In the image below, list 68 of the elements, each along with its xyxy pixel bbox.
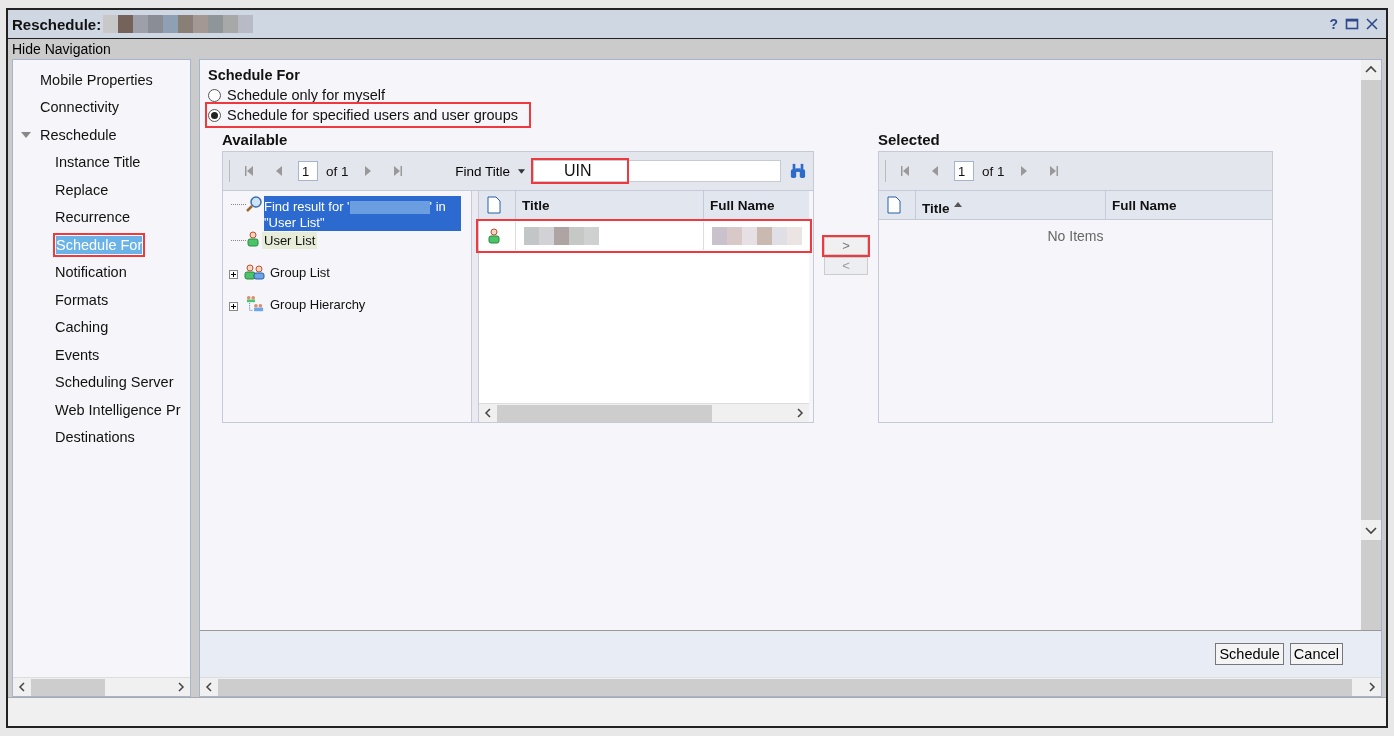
expand-icon[interactable] bbox=[229, 302, 238, 311]
navigation-item[interactable]: Instance Title bbox=[53, 151, 143, 174]
tree-item[interactable]: Group List bbox=[268, 264, 332, 281]
splitter-handle[interactable] bbox=[472, 191, 478, 422]
tree-item[interactable]: Group Hierarchy bbox=[268, 296, 368, 313]
radio-option[interactable]: Schedule for specified users and user groups bbox=[208, 105, 528, 125]
search-field[interactable]: UIN bbox=[533, 160, 781, 182]
first-page-icon[interactable] bbox=[900, 165, 910, 177]
scroll-down-icon[interactable] bbox=[1361, 520, 1381, 540]
scroll-up-icon[interactable] bbox=[1361, 60, 1381, 80]
window-title: Reschedule: bbox=[12, 15, 102, 33]
list-heading: Selected bbox=[878, 131, 941, 150]
next-page-icon[interactable] bbox=[362, 165, 373, 177]
section-heading: Schedule For bbox=[208, 67, 301, 85]
users-icon bbox=[244, 263, 266, 281]
page-number-field[interactable]: 1 bbox=[954, 161, 974, 181]
navigation-item[interactable]: Notification bbox=[53, 261, 129, 284]
page-count: of 1 bbox=[982, 163, 1005, 179]
last-page-icon[interactable] bbox=[1048, 165, 1059, 177]
navigation-item[interactable]: Destinations bbox=[53, 426, 137, 449]
previous-page-icon[interactable] bbox=[274, 165, 284, 177]
caret-icon bbox=[518, 168, 525, 174]
column-header[interactable]: Full Name bbox=[1106, 191, 1272, 219]
maximize-icon[interactable] bbox=[1345, 17, 1359, 31]
tree-item[interactable]: User List bbox=[262, 232, 318, 249]
horizontal-scrollbar[interactable] bbox=[13, 677, 190, 696]
move-button[interactable]: > bbox=[824, 237, 868, 255]
page-number-field[interactable]: 1 bbox=[298, 161, 318, 181]
page-count: of 1 bbox=[326, 163, 349, 179]
next-page-icon[interactable] bbox=[1018, 165, 1029, 177]
hide-navigation-button[interactable]: Hide Navigation bbox=[12, 41, 111, 57]
magnifier-icon bbox=[246, 196, 262, 212]
user-icon bbox=[487, 228, 501, 244]
user-icon bbox=[246, 231, 260, 247]
empty-message: No Items bbox=[1047, 227, 1104, 244]
close-icon[interactable] bbox=[1365, 17, 1379, 31]
navigation-item[interactable]: Recurrence bbox=[53, 206, 132, 229]
column-header[interactable]: Full Name bbox=[704, 191, 809, 219]
dialog-button[interactable]: Cancel bbox=[1289, 643, 1343, 665]
navigation-item[interactable]: Reschedule bbox=[38, 123, 119, 146]
previous-page-icon[interactable] bbox=[930, 165, 940, 177]
navigation-item[interactable]: Caching bbox=[53, 316, 111, 339]
horizontal-scrollbar[interactable] bbox=[479, 403, 809, 422]
table-row[interactable] bbox=[479, 222, 809, 250]
last-page-icon[interactable] bbox=[392, 165, 403, 177]
navigation-item[interactable]: Replace bbox=[53, 178, 111, 201]
navigation-item[interactable]: Mobile Properties bbox=[38, 68, 155, 91]
find-title-dropdown[interactable]: Find Title bbox=[455, 163, 525, 179]
help-button[interactable]: ? bbox=[1325, 16, 1342, 32]
expand-icon[interactable] bbox=[229, 270, 238, 279]
navigation-item[interactable]: Web Intelligence Pr bbox=[53, 398, 183, 421]
column-header[interactable]: Title bbox=[516, 191, 704, 219]
navigation-item[interactable]: Connectivity bbox=[38, 96, 121, 119]
vertical-scrollbar[interactable] bbox=[1361, 60, 1381, 630]
navigation-item[interactable]: Scheduling Server bbox=[53, 371, 176, 394]
first-page-icon[interactable] bbox=[244, 165, 254, 177]
radio-option[interactable]: Schedule only for myself bbox=[208, 85, 395, 105]
horizontal-scrollbar[interactable] bbox=[200, 677, 1381, 696]
list-heading: Available bbox=[222, 131, 289, 150]
navigation-item[interactable]: Formats bbox=[53, 288, 111, 311]
collapse-arrow-icon[interactable] bbox=[21, 129, 31, 140]
dialog-button[interactable]: Schedule bbox=[1215, 643, 1284, 665]
column-header[interactable]: Title bbox=[916, 191, 1106, 219]
document-icon bbox=[487, 196, 501, 214]
group-hierarchy-icon bbox=[244, 295, 266, 313]
search-icon[interactable] bbox=[789, 163, 807, 179]
navigation-item[interactable]: Events bbox=[53, 343, 102, 366]
document-icon bbox=[887, 196, 901, 214]
